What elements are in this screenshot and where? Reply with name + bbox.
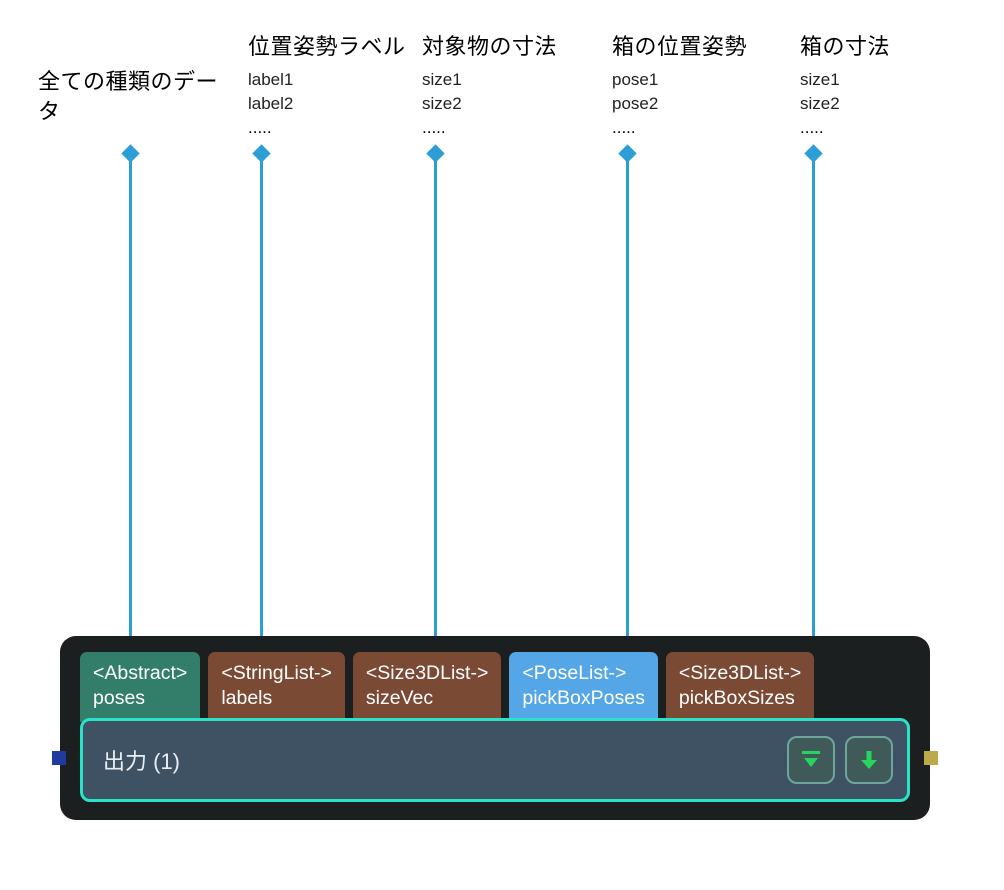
- anno-title: 対象物の寸法: [422, 32, 622, 62]
- node-body[interactable]: 出力 (1): [80, 718, 910, 802]
- port-name-label: pickBoxPoses: [522, 686, 644, 711]
- arrow-down-button[interactable]: [845, 736, 893, 784]
- anno-sub: size1: [422, 68, 622, 93]
- anno-ellipsis: .....: [248, 117, 448, 139]
- port-labels[interactable]: <StringList-> labels: [208, 652, 345, 722]
- anno-title: 位置姿勢ラベル: [248, 32, 448, 62]
- output-stud-icon[interactable]: [924, 751, 938, 765]
- expand-down-icon: [800, 749, 822, 771]
- port-poses[interactable]: <Abstract> poses: [80, 652, 200, 722]
- input-stud-icon[interactable]: [52, 751, 66, 765]
- connector-line: [260, 156, 263, 654]
- anno-target-size: 対象物の寸法 size1 size2 .....: [422, 32, 622, 139]
- anno-sub: label2: [248, 92, 448, 117]
- anno-sub: size2: [800, 92, 1000, 117]
- anno-title: 全ての種類のデータ: [38, 67, 238, 126]
- expand-down-button[interactable]: [787, 736, 835, 784]
- anno-box-size: 箱の寸法 size1 size2 .....: [800, 32, 1000, 139]
- anno-sub: size2: [422, 92, 622, 117]
- port-sizevec[interactable]: <Size3DList-> sizeVec: [353, 652, 501, 722]
- connector-line: [129, 156, 132, 654]
- anno-sub: pose2: [612, 92, 812, 117]
- anno-title: 箱の寸法: [800, 32, 1000, 62]
- diagram-canvas: 全ての種類のデータ 位置姿勢ラベル label1 label2 ..... 対象…: [0, 0, 1004, 890]
- port-name-label: poses: [93, 686, 187, 711]
- anno-ellipsis: .....: [422, 117, 622, 139]
- port-type-label: <PoseList->: [522, 661, 644, 686]
- port-pickboxsizes[interactable]: <Size3DList-> pickBoxSizes: [666, 652, 814, 722]
- port-type-label: <Abstract>: [93, 661, 187, 686]
- port-type-label: <Size3DList->: [366, 661, 488, 686]
- connector-line: [626, 156, 629, 654]
- port-row: <Abstract> poses <StringList-> labels <S…: [80, 652, 814, 722]
- port-pickboxposes[interactable]: <PoseList-> pickBoxPoses: [509, 652, 657, 722]
- port-name-label: pickBoxSizes: [679, 686, 801, 711]
- arrow-down-icon: [858, 749, 880, 771]
- anno-ellipsis: .....: [612, 117, 812, 139]
- port-name-label: sizeVec: [366, 686, 488, 711]
- connector-line: [434, 156, 437, 654]
- connector-line: [812, 156, 815, 654]
- node-block[interactable]: <Abstract> poses <StringList-> labels <S…: [60, 636, 930, 820]
- anno-pose-label: 位置姿勢ラベル label1 label2 .....: [248, 32, 448, 139]
- port-type-label: <Size3DList->: [679, 661, 801, 686]
- anno-ellipsis: .....: [800, 117, 1000, 139]
- anno-title: 箱の位置姿勢: [612, 32, 812, 62]
- anno-box-pose: 箱の位置姿勢 pose1 pose2 .....: [612, 32, 812, 139]
- anno-all-data: 全ての種類のデータ: [38, 67, 238, 132]
- port-name-label: labels: [221, 686, 332, 711]
- port-type-label: <StringList->: [221, 661, 332, 686]
- node-title: 出力 (1): [83, 744, 787, 776]
- anno-sub: size1: [800, 68, 1000, 93]
- anno-sub: label1: [248, 68, 448, 93]
- anno-sub: pose1: [612, 68, 812, 93]
